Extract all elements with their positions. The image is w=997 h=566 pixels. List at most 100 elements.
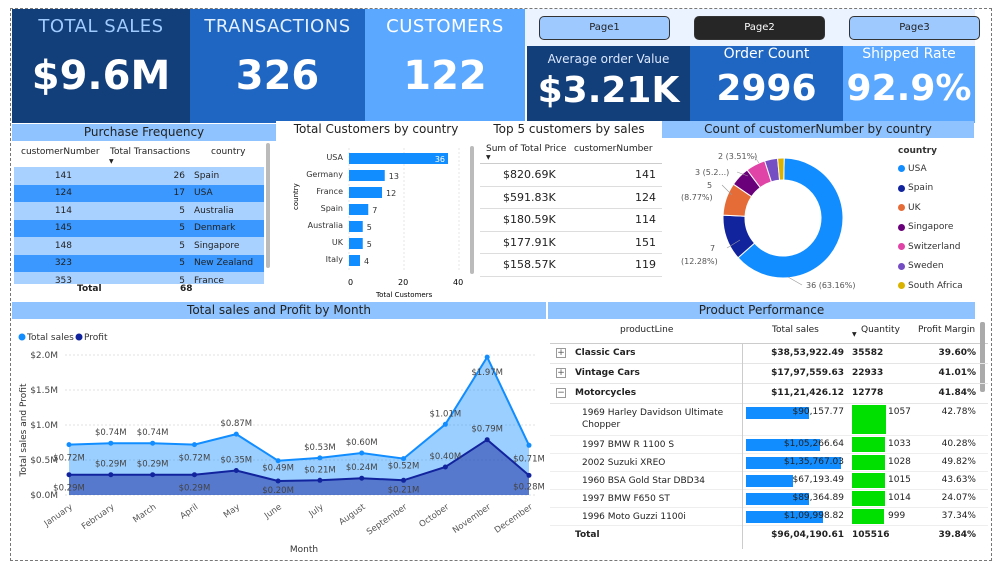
bar[interactable] [349, 187, 382, 198]
expand-icon[interactable]: + [556, 348, 566, 358]
product-row[interactable]: 1996 Moto Guzzi 1100i $1,09,998.82 999 37.3… [550, 508, 988, 526]
profit-point[interactable] [359, 475, 365, 481]
profit-point[interactable] [317, 477, 323, 483]
col-header-customer[interactable]: customerNumber [574, 144, 653, 154]
bar[interactable] [349, 255, 360, 266]
total-quantity: 105516 [852, 530, 890, 540]
legend-item[interactable]: Spain [898, 179, 978, 199]
data-label: 36 [435, 155, 445, 164]
sales-point[interactable] [359, 450, 365, 456]
profit-data-label: $0.79M [471, 425, 503, 435]
col-header-total-sales[interactable]: Total sales [772, 325, 819, 335]
col-header-sum[interactable]: Sum of Total Price [486, 144, 566, 154]
col-header-quantity[interactable]: Quantity [861, 325, 900, 335]
profit-point[interactable] [484, 437, 490, 443]
product-row[interactable]: 2002 Suzuki XREO $1,35,767.03 1028 49.82% [550, 454, 988, 472]
table-row[interactable]: $158.57K 119 [480, 254, 662, 277]
bar[interactable] [349, 204, 369, 215]
sales-point[interactable] [233, 431, 239, 437]
table-row[interactable]: 141 26 Spain [14, 167, 264, 185]
legend-item[interactable]: Sweden [898, 257, 978, 277]
sales-point[interactable] [191, 442, 197, 448]
legend-item[interactable]: UK [898, 198, 978, 218]
bar[interactable] [349, 153, 448, 164]
page3-button[interactable]: Page3 [849, 16, 980, 40]
table-row[interactable]: $180.59K 114 [480, 209, 662, 232]
sales-point[interactable] [66, 442, 72, 448]
product-row[interactable]: 1969 Harley Davidson Ultimate Chopper $90… [550, 404, 988, 436]
sales-point[interactable] [108, 440, 114, 446]
table-row[interactable]: $177.91K 151 [480, 232, 662, 254]
collapse-icon[interactable]: − [556, 388, 566, 398]
profit-point[interactable] [275, 478, 281, 484]
kpi-value: $9.6M [31, 53, 171, 99]
profit-point[interactable] [150, 472, 156, 478]
sales-point[interactable] [484, 354, 490, 360]
profit-point[interactable] [442, 464, 448, 470]
category-label: France [316, 187, 343, 196]
month-label: January [42, 502, 75, 529]
table-row[interactable]: 145 5 Denmark [14, 219, 264, 237]
product-row[interactable]: 1997 BMW R 1100 S $1,05,266.64 1033 40.28% [550, 436, 988, 454]
page1-button[interactable]: Page1 [539, 16, 670, 40]
sales-point[interactable] [150, 440, 156, 446]
profit-point[interactable] [191, 472, 197, 478]
line-chart-title: Total sales and Profit by Month [12, 302, 546, 319]
table-row[interactable]: 114 5 Australia [14, 202, 264, 220]
profit-data-label: $0.21M [388, 485, 420, 495]
col-header-transactions[interactable]: Total Transactions [110, 147, 190, 157]
col-header-productline[interactable]: productLine [620, 325, 673, 335]
profit-point[interactable] [108, 472, 114, 478]
sort-icon[interactable]: ▼ [486, 154, 491, 161]
scrollbar[interactable] [470, 146, 474, 274]
sort-icon[interactable]: ▼ [852, 331, 857, 338]
group-row[interactable]: − Motorcycles $11,21,426.12 12778 41.84% [550, 384, 988, 404]
profit-point[interactable] [66, 472, 72, 478]
customers-by-country-chart: country Total Customers 0 20 40 USA 36 Ger… [292, 146, 474, 299]
group-row[interactable]: + Classic Cars $38,53,922.49 35582 39.60% [550, 344, 988, 364]
sales-point[interactable] [317, 455, 323, 461]
legend-item[interactable]: USA [898, 159, 978, 179]
profit-point[interactable] [401, 477, 407, 483]
legend-dot-icon [898, 204, 905, 212]
legend-item[interactable]: South Africa [898, 276, 978, 296]
table-row[interactable]: 124 17 USA [14, 184, 264, 202]
sort-icon[interactable]: ▼ [109, 158, 114, 165]
table-row[interactable]: $820.69K 141 [480, 164, 662, 187]
legend-dot-icon [898, 282, 905, 290]
col-header-customer[interactable]: customerNumber [21, 147, 100, 157]
sales-point[interactable] [275, 458, 281, 464]
bar[interactable] [349, 238, 363, 249]
scrollbar[interactable] [266, 143, 270, 268]
page2-button[interactable]: Page2 [694, 16, 825, 40]
expand-icon[interactable]: + [556, 368, 566, 378]
legend-item[interactable]: Singapore [898, 218, 978, 238]
transactions-cell: 17 [173, 188, 185, 199]
table-row[interactable]: $591.83K 124 [480, 187, 662, 209]
legend-item[interactable]: Switzerland [898, 237, 978, 257]
sales-cell: $591.83K [503, 190, 556, 204]
bar[interactable] [349, 170, 385, 181]
bar[interactable] [349, 221, 363, 232]
sales-point[interactable] [401, 456, 407, 462]
product-row[interactable]: 1960 BSA Gold Star DBD34 $67,193.49 1015 43… [550, 472, 988, 490]
profit-point[interactable] [233, 468, 239, 473]
sales-point[interactable] [442, 421, 448, 427]
group-row[interactable]: + Vintage Cars $17,97,559.63 22933 41.01% [550, 364, 988, 384]
total-row: Total $96,04,190.61 105516 39.84% [550, 526, 988, 544]
margin-cell: 42.78% [941, 407, 976, 417]
quantity-cell: 1057 [888, 407, 911, 417]
product-row[interactable]: 1997 BMW F650 ST $89,364.89 1014 24.07% [550, 490, 988, 508]
kpi-label: TRANSACTIONS [204, 16, 351, 37]
sales-cell: $1,35,767.03 [783, 457, 844, 467]
col-header-margin[interactable]: Profit Margin [918, 325, 975, 335]
legend-label[interactable]: Total sales [26, 333, 74, 343]
legend-dot-icon [75, 333, 83, 341]
table-row[interactable]: 148 5 Singapore [14, 237, 264, 255]
profit-point[interactable] [526, 472, 532, 478]
table-row[interactable]: 323 5 New Zealand [14, 254, 264, 272]
sales-point[interactable] [526, 442, 532, 448]
col-header-country[interactable]: country [211, 147, 245, 157]
kpi-label: Shipped Rate [862, 46, 956, 62]
legend-label[interactable]: Profit [84, 333, 108, 343]
